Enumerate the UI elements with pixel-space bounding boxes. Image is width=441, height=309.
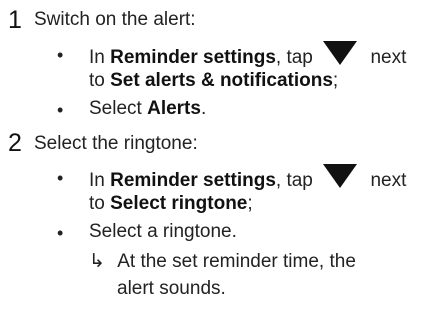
manual-page: 1 Switch on the alert: • In Reminder set… — [0, 0, 441, 309]
step-1-title: Switch on the alert: — [34, 9, 196, 30]
step-1-number: 1 — [8, 6, 22, 34]
result-arrow-icon: ↳ — [89, 251, 105, 272]
bullet-dot: • — [57, 168, 64, 188]
result-line-2: alert sounds. — [117, 278, 226, 299]
bullet-dot: • — [57, 223, 64, 243]
step-2-bullet-1-line-1: In Reminder settings, tap next — [89, 164, 406, 193]
step-1-bullet-1-line-1: In Reminder settings, tap next — [89, 41, 406, 70]
bullet-dot: • — [57, 45, 64, 65]
step-1-bullet-1-line-2: to Set alerts & notifications; — [89, 70, 339, 91]
step-2-bullet-1-line-2: to Select ringtone; — [89, 193, 253, 214]
dropdown-triangle-icon — [323, 41, 358, 65]
step-2-title: Select the ringtone: — [34, 133, 198, 154]
dropdown-triangle-icon — [323, 164, 358, 188]
step-1-bullet-2: Select Alerts. — [89, 98, 207, 119]
step-2-number: 2 — [8, 129, 22, 157]
result-line-1: ↳ At the set reminder time, the — [89, 251, 356, 272]
step-2-bullet-2: Select a ringtone. — [89, 221, 237, 242]
bullet-dot: • — [57, 100, 64, 120]
